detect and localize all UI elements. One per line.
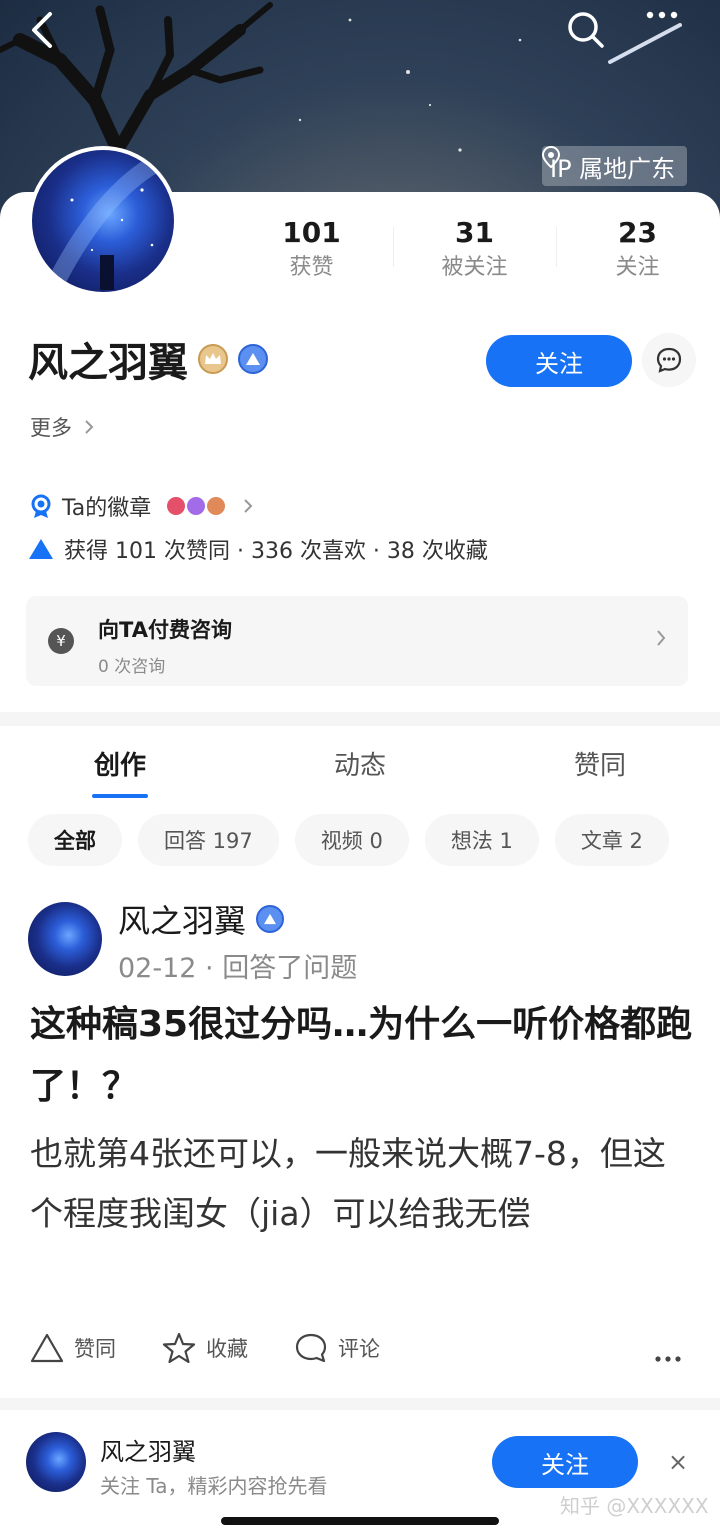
medal-icon — [31, 494, 51, 518]
favorite-button[interactable]: 收藏 — [162, 1332, 248, 1364]
chip-articles[interactable]: 文章 2 — [554, 814, 669, 866]
stat-following[interactable]: 23 关注 — [556, 215, 719, 285]
profile-avatar[interactable] — [28, 146, 178, 296]
close-icon[interactable]: × — [668, 1448, 688, 1476]
edit-badge-icon — [185, 495, 208, 517]
chevron-right-icon — [656, 628, 666, 653]
triangle-upvote-icon — [29, 539, 53, 559]
prompt-avatar[interactable] — [26, 1432, 86, 1492]
stat-likes-value: 101 — [282, 216, 341, 249]
home-indicator[interactable] — [221, 1517, 499, 1525]
location-pin-icon — [542, 146, 560, 168]
favorite-label: 收藏 — [206, 1337, 248, 1361]
ip-location-tag: IP 属地广东 — [542, 146, 688, 186]
achievement-row: 获得 101 次赞同 · 336 次喜欢 · 38 次收藏 — [28, 533, 488, 565]
chevron-right-icon — [244, 499, 253, 513]
follow-button[interactable]: 关注 — [486, 335, 632, 387]
ip-location-text: IP 属地广东 — [550, 154, 676, 183]
consult-title: 向TA付费咨询 — [98, 618, 232, 642]
post-title[interactable]: 这种稿35很过分吗…为什么一听价格都跑了！？ — [30, 994, 700, 1118]
prompt-name: 风之羽翼 — [100, 1438, 196, 1466]
more-info-label: 更多 — [30, 416, 72, 440]
comment-label: 评论 — [338, 1337, 380, 1361]
search-icon — [568, 12, 604, 48]
stat-following-value: 23 — [618, 216, 657, 249]
post-author-avatar[interactable] — [28, 902, 102, 976]
comment-button[interactable]: 评论 — [294, 1332, 380, 1364]
comment-bubble-icon — [295, 1333, 327, 1363]
stat-likes[interactable]: 101 获赞 — [230, 215, 393, 285]
chip-all[interactable]: 全部 — [28, 814, 122, 866]
chevron-right-icon — [85, 420, 94, 434]
section-divider — [0, 712, 720, 726]
watermark: 知乎 @XXXXXX — [560, 1494, 709, 1518]
post-author-name[interactable]: 风之羽翼 — [118, 896, 246, 942]
crown-badge-icon[interactable] — [198, 344, 228, 374]
chip-videos[interactable]: 视频 0 — [294, 814, 409, 866]
chevron-left-icon — [32, 12, 52, 48]
stat-following-label: 关注 — [615, 255, 660, 280]
badges-row[interactable]: Ta的徽章 — [28, 490, 253, 522]
more-info-link[interactable]: 更多 — [30, 412, 94, 442]
stat-likes-label: 获赞 — [289, 255, 334, 280]
search-button[interactable] — [566, 10, 614, 58]
filter-chips: 全部 回答 197 视频 0 想法 1 文章 2 — [28, 814, 669, 866]
post-meta: 02-12 · 回答了问题 — [118, 953, 358, 984]
chat-bubble-icon — [656, 347, 682, 373]
more-dots-icon — [655, 1356, 681, 1362]
post-author-row: 风之羽翼 — [118, 896, 285, 942]
consult-count: 0 次咨询 — [98, 657, 166, 677]
section-divider — [0, 1398, 720, 1410]
tab-activity[interactable]: 动态 — [240, 728, 480, 804]
upvote-label: 赞同 — [74, 1337, 116, 1361]
tab-creation[interactable]: 创作 — [0, 728, 240, 804]
stat-followers[interactable]: 31 被关注 — [393, 215, 556, 285]
achievement-text: 获得 101 次赞同 · 336 次喜欢 · 38 次收藏 — [64, 539, 488, 564]
paid-consult-card[interactable]: ¥ 向TA付费咨询 0 次咨询 — [26, 596, 688, 686]
stat-followers-value: 31 — [455, 216, 494, 249]
content-tabs: 创作 动态 赞同 — [0, 728, 720, 804]
stat-followers-label: 被关注 — [441, 255, 508, 280]
chip-thoughts[interactable]: 想法 1 — [424, 814, 539, 866]
level-badge-icon[interactable] — [238, 344, 268, 374]
badge-icons — [165, 495, 228, 517]
user-badge-icon — [205, 495, 228, 517]
message-button[interactable] — [642, 333, 696, 387]
post-actions: 赞同 收藏 评论 — [30, 1332, 426, 1364]
level-badge-icon — [256, 905, 285, 933]
post-more-button[interactable] — [654, 1340, 682, 1370]
more-options-button[interactable] — [645, 10, 693, 58]
yen-icon: ¥ — [48, 628, 74, 654]
badges-label: Ta的徽章 — [62, 496, 152, 521]
profile-stats: 101 获赞 31 被关注 23 关注 — [230, 215, 720, 285]
feed-post[interactable]: 风之羽翼 02-12 · 回答了问题 这种稿35很过分吗…为什么一听价格都跑了！… — [0, 890, 720, 1400]
profile-name-row: 风之羽翼 — [28, 330, 268, 388]
more-dots-icon — [646, 11, 678, 19]
star-icon — [162, 1332, 196, 1364]
prompt-follow-button[interactable]: 关注 — [492, 1436, 638, 1488]
prompt-subtitle: 关注 Ta，精彩内容抢先看 — [100, 1474, 328, 1498]
chip-answers[interactable]: 回答 197 — [138, 814, 279, 866]
like-badge-icon — [165, 495, 188, 517]
upvote-button[interactable]: 赞同 — [30, 1333, 116, 1363]
triangle-upvote-icon — [30, 1333, 64, 1363]
tab-upvotes[interactable]: 赞同 — [480, 728, 720, 804]
profile-name: 风之羽翼 — [28, 340, 188, 386]
post-excerpt[interactable]: 也就第4张还可以，一般来说大概7-8，但这个程度我闺女（jia）可以给我无偿 — [30, 1124, 670, 1244]
back-button[interactable] — [26, 10, 74, 58]
